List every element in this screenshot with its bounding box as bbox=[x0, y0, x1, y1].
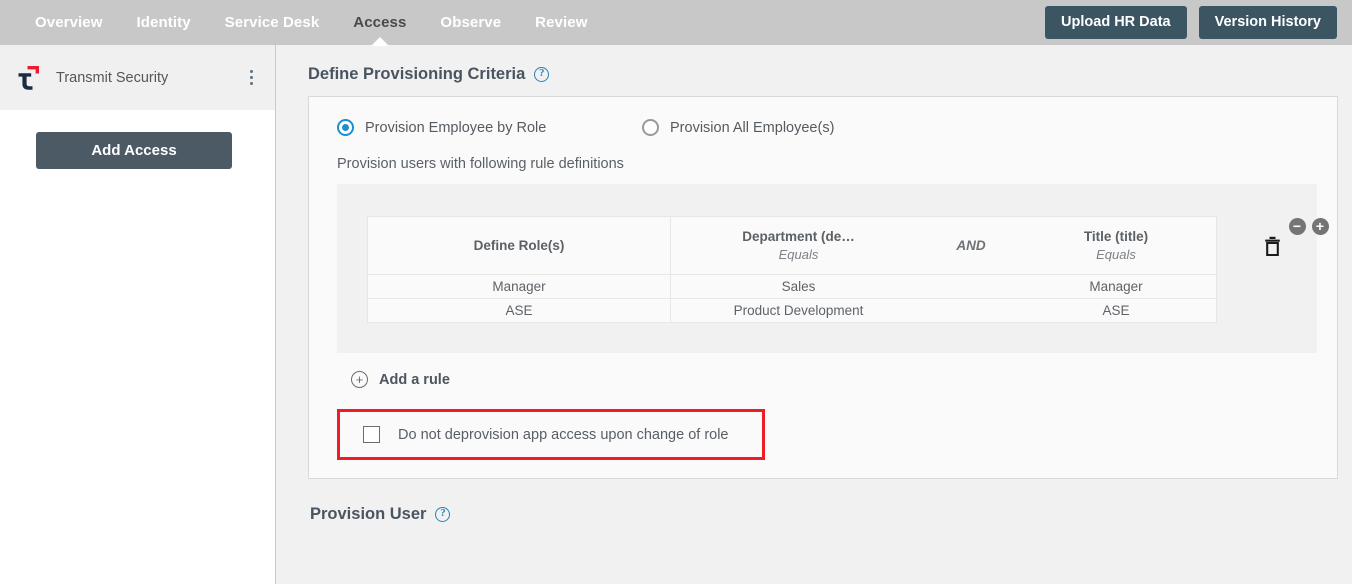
nav-tab-access[interactable]: Access bbox=[336, 0, 423, 45]
sidebar-body: Add Access bbox=[0, 110, 275, 169]
provision-mode-radio-group: Provision Employee by Role Provision All… bbox=[337, 119, 1317, 136]
kebab-dot bbox=[249, 76, 253, 79]
radio-label: Provision Employee by Role bbox=[365, 119, 547, 136]
transmit-security-logo-icon bbox=[14, 63, 44, 93]
main-content: Define Provisioning Criteria ? Provision… bbox=[276, 45, 1352, 584]
nav-tab-list: Overview Identity Service Desk Access Ob… bbox=[18, 0, 604, 45]
nav-tab-label: Service Desk bbox=[224, 14, 320, 31]
rule-table: Define Role(s) Department (de… Equals AN… bbox=[367, 216, 1329, 323]
upload-hr-data-button[interactable]: Upload HR Data bbox=[1045, 6, 1187, 39]
top-navigation-bar: Overview Identity Service Desk Access Ob… bbox=[0, 0, 1352, 45]
provision-user-header: Provision User ? bbox=[308, 505, 1338, 524]
cell-role: ASE bbox=[368, 299, 671, 322]
sidebar: Transmit Security Add Access bbox=[0, 45, 276, 584]
nav-tab-label: Identity bbox=[136, 14, 191, 31]
version-history-button[interactable]: Version History bbox=[1198, 6, 1337, 39]
column-header-operator: Equals bbox=[1096, 247, 1136, 262]
radio-label: Provision All Employee(s) bbox=[670, 119, 835, 136]
column-header-department[interactable]: Department (de… Equals bbox=[671, 217, 926, 274]
column-header-define-roles[interactable]: Define Role(s) bbox=[368, 217, 671, 274]
cell-department: Product Development bbox=[733, 303, 864, 318]
add-a-rule-label: Add a rule bbox=[379, 371, 450, 388]
rule-table-header-row: Define Role(s) Department (de… Equals AN… bbox=[368, 217, 1216, 275]
page-body: Transmit Security Add Access Define Prov… bbox=[0, 45, 1352, 584]
provision-user-title: Provision User bbox=[310, 505, 427, 523]
rule-actions-column: − + bbox=[1217, 216, 1329, 256]
deprovision-label: Do not deprovision app access upon chang… bbox=[398, 426, 729, 443]
radio-provision-employee-by-role[interactable]: Provision Employee by Role bbox=[337, 119, 642, 136]
nav-tab-review[interactable]: Review bbox=[518, 0, 604, 45]
remove-row-button[interactable]: − bbox=[1288, 218, 1306, 235]
nav-tab-observe[interactable]: Observe bbox=[423, 0, 518, 45]
conjunction-label: AND bbox=[956, 238, 986, 253]
cell-title: ASE bbox=[1102, 303, 1130, 318]
deprovision-checkbox[interactable] bbox=[363, 426, 380, 443]
cell-role: Manager bbox=[368, 275, 671, 298]
nav-tab-label: Observe bbox=[440, 14, 502, 31]
add-a-rule-button[interactable]: + Add a rule bbox=[351, 371, 450, 388]
cell-spacer bbox=[926, 275, 1016, 298]
column-header-operator: Equals bbox=[778, 247, 819, 262]
rule-grid: Define Role(s) Department (de… Equals AN… bbox=[367, 216, 1217, 323]
kebab-dot bbox=[249, 70, 253, 73]
organization-header: Transmit Security bbox=[0, 45, 275, 110]
add-access-button[interactable]: Add Access bbox=[36, 132, 232, 169]
nav-tab-label: Review bbox=[535, 14, 588, 31]
column-header-title: Define Role(s) bbox=[473, 238, 565, 253]
table-row[interactable]: Manager Sales Manager bbox=[368, 275, 1216, 299]
provisioning-criteria-panel: Provision Employee by Role Provision All… bbox=[308, 96, 1338, 479]
cell-title: Manager bbox=[1089, 279, 1143, 294]
radio-mark-icon bbox=[642, 119, 659, 136]
radio-mark-icon bbox=[337, 119, 354, 136]
column-header-title: Department (de… bbox=[742, 229, 855, 244]
organization-name: Transmit Security bbox=[56, 69, 169, 86]
nav-action-buttons: Upload HR Data Version History bbox=[1045, 6, 1340, 39]
deprovision-option-row[interactable]: Do not deprovision app access upon chang… bbox=[340, 412, 762, 457]
provision-user-help-icon[interactable]: ? bbox=[435, 507, 451, 522]
rules-container: Define Role(s) Department (de… Equals AN… bbox=[337, 184, 1329, 353]
cell-spacer bbox=[926, 299, 1016, 322]
row-controls: − + bbox=[1288, 218, 1329, 235]
deprovision-highlight-box: Do not deprovision app access upon chang… bbox=[337, 409, 765, 460]
define-provisioning-criteria-header: Define Provisioning Criteria ? bbox=[308, 65, 1338, 84]
cell-department: Sales bbox=[781, 279, 816, 294]
nav-tab-service-desk[interactable]: Service Desk bbox=[208, 0, 337, 45]
add-row-button[interactable]: + bbox=[1311, 218, 1329, 235]
kebab-menu-icon[interactable] bbox=[241, 66, 261, 90]
kebab-dot bbox=[249, 82, 253, 85]
help-icon[interactable]: ? bbox=[534, 67, 550, 82]
nav-tab-identity[interactable]: Identity bbox=[120, 0, 208, 45]
page-title: Define Provisioning Criteria bbox=[308, 65, 526, 83]
table-row[interactable]: ASE Product Development ASE bbox=[368, 299, 1216, 323]
radio-provision-all-employees[interactable]: Provision All Employee(s) bbox=[642, 119, 834, 136]
nav-tab-overview[interactable]: Overview bbox=[18, 0, 120, 45]
nav-tab-label: Overview bbox=[35, 14, 103, 31]
plus-circle-icon: + bbox=[351, 371, 368, 388]
trash-icon[interactable] bbox=[1264, 236, 1281, 256]
nav-tab-label: Access bbox=[353, 14, 407, 31]
column-header-and-conjunction: AND bbox=[926, 217, 1016, 274]
column-header-title: Title (title) bbox=[1083, 229, 1149, 244]
rules-caption: Provision users with following rule defi… bbox=[337, 156, 624, 172]
column-header-title-attribute[interactable]: Title (title) Equals bbox=[1016, 217, 1216, 274]
